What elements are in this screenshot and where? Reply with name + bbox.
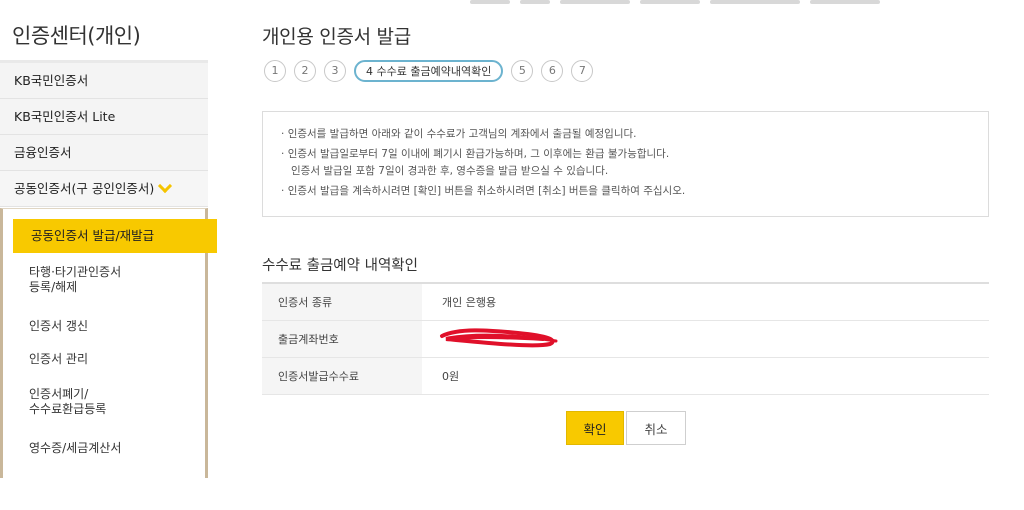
- table-value-cell: [422, 320, 989, 358]
- submenu-item-other-bank-register[interactable]: 타행·타기관인증서 등록/해제: [3, 265, 121, 295]
- button-group: 확인 취소: [566, 411, 686, 445]
- submenu-item-label: 등록/해제: [29, 280, 78, 294]
- step-5: 5: [511, 60, 534, 82]
- step-3: 3: [324, 60, 346, 82]
- notice-box: · 인증서를 발급하면 아래와 같이 수수료가 고객님의 계좌에서 출금될 예정…: [262, 111, 989, 217]
- sidebar-item-financial-cert[interactable]: 금융인증서: [0, 135, 208, 171]
- table-row: 출금계좌번호: [262, 320, 989, 358]
- cancel-button[interactable]: 취소: [626, 411, 686, 445]
- submenu-item-label: 수수료환급등록: [29, 402, 107, 416]
- step-indicator: 1 2 3 4 수수료 출금예약내역확인 5 6 7: [264, 58, 601, 84]
- page-title: 개인용 인증서 발급: [262, 26, 411, 48]
- step-6: 6: [541, 60, 564, 82]
- notice-line: · 인증서를 발급하면 아래와 같이 수수료가 고객님의 계좌에서 출금될 예정…: [281, 128, 637, 140]
- sidebar-item-kb-cert[interactable]: KB국민인증서: [0, 63, 208, 99]
- step-2: 2: [294, 60, 316, 82]
- submenu-item-receipt[interactable]: 영수증/세금계산서: [3, 441, 121, 456]
- step-7: 7: [571, 60, 594, 82]
- section-title: 수수료 출금예약 내역확인: [262, 258, 418, 274]
- withdrawal-info-table: 인증서 종류 개인 은행용 출금계좌번호 인증서발급수수료 0원: [262, 282, 989, 395]
- red-scribble-redaction: [440, 328, 558, 348]
- sidebar-item-joint-cert[interactable]: 공동인증서(구 공인인증서): [0, 171, 208, 207]
- confirm-button[interactable]: 확인: [566, 411, 624, 445]
- table-value-cell: 0원: [422, 357, 989, 395]
- sidebar-title: 인증센터(개인): [12, 24, 141, 48]
- table-row: 인증서발급수수료 0원: [262, 357, 989, 395]
- table-header-cell: 인증서발급수수료: [262, 357, 422, 395]
- sidebar-item-kb-cert-lite[interactable]: KB국민인증서 Lite: [0, 99, 208, 135]
- step-4-current: 4 수수료 출금예약내역확인: [354, 60, 504, 82]
- submenu-item-label: 타행·타기관인증서: [29, 265, 122, 279]
- top-header-strip: [470, 0, 990, 8]
- notice-line: 인증서 발급일 포함 7일이 경과한 후, 영수증을 발급 받으실 수 있습니다…: [291, 165, 609, 177]
- table-row: 인증서 종류 개인 은행용: [262, 283, 989, 321]
- notice-line: · 인증서 발급을 계속하시려면 [확인] 버튼을 취소하시려면 [취소] 버튼…: [281, 185, 686, 197]
- submenu-item-renew[interactable]: 인증서 갱신: [3, 319, 88, 334]
- submenu-item-revoke-refund[interactable]: 인증서폐기/ 수수료환급등록: [3, 387, 106, 417]
- chevron-down-icon: [158, 178, 173, 193]
- step-1: 1: [264, 60, 286, 82]
- sidebar: 인증센터(개인) KB국민인증서 KB국민인증서 Lite 금융인증서 공동인증…: [0, 0, 217, 510]
- redacted-account-number: [440, 328, 562, 348]
- sidebar-menu: KB국민인증서 KB국민인증서 Lite 금융인증서 공동인증서(구 공인인증서…: [0, 63, 208, 207]
- notice-line: · 인증서 발급일로부터 7일 이내에 폐기시 환급가능하며, 그 이후에는 환…: [281, 148, 670, 160]
- table-value-cell: 개인 은행용: [422, 283, 989, 321]
- table-header-cell: 인증서 종류: [262, 283, 422, 321]
- sidebar-submenu: 공동인증서 발급/재발급 타행·타기관인증서 등록/해제 인증서 갱신 인증서 …: [0, 208, 217, 478]
- table-header-cell: 출금계좌번호: [262, 320, 422, 358]
- submenu-item-issue[interactable]: 공동인증서 발급/재발급: [13, 219, 217, 253]
- sidebar-item-joint-cert-label: 공동인증서(구 공인인증서): [14, 180, 155, 196]
- submenu-item-label: 인증서폐기/: [29, 387, 89, 401]
- submenu-item-manage[interactable]: 인증서 관리: [3, 352, 88, 367]
